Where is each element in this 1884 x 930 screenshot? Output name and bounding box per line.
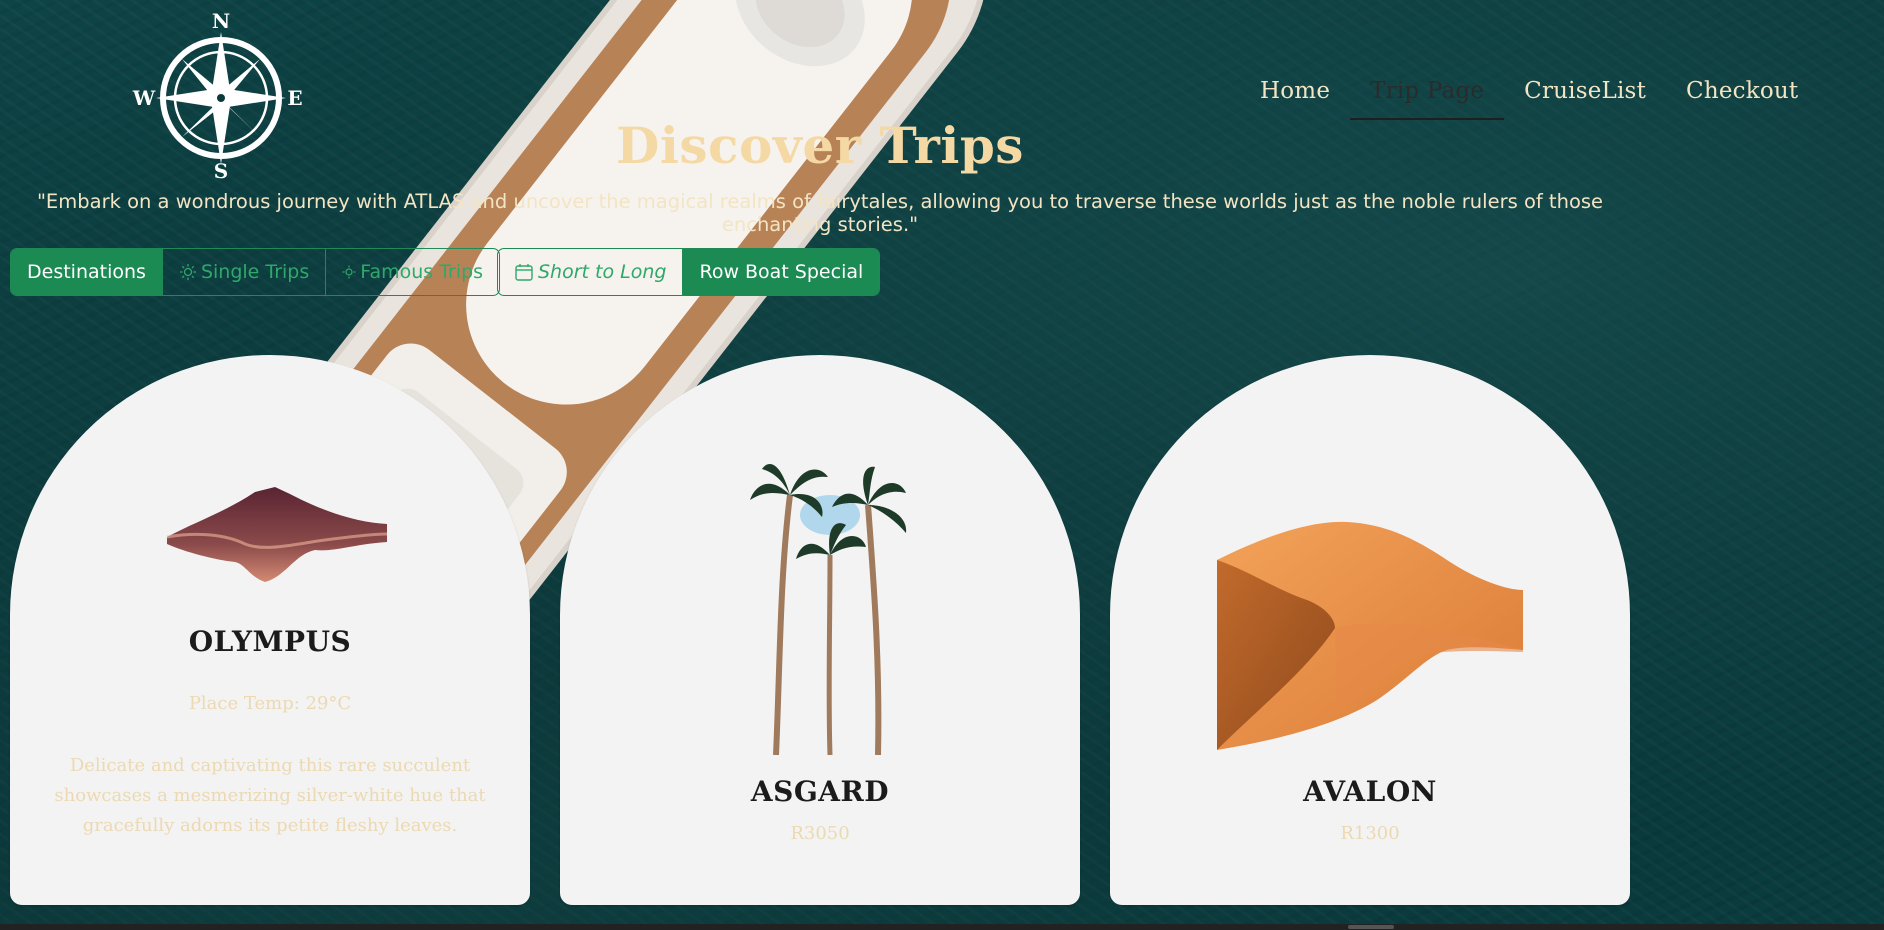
- sun-icon: [179, 264, 196, 280]
- calendar-icon: [515, 264, 533, 281]
- compass-n: N: [212, 10, 230, 33]
- trip-type-filter-group: Destinations Single Trips Famous Trips: [10, 248, 501, 296]
- hero-tagline: "Embark on a wondrous journey with ATLAS…: [36, 190, 1604, 236]
- card-title: AVALON: [1303, 775, 1437, 808]
- short-to-long-label: Short to Long: [538, 261, 667, 283]
- single-trips-button[interactable]: Single Trips: [163, 249, 327, 295]
- compass-e: E: [287, 86, 302, 110]
- row-boat-special-button[interactable]: Row Boat Special: [683, 249, 880, 295]
- mountain-icon: [166, 487, 388, 582]
- nav-trip-page[interactable]: Trip Page: [1350, 72, 1505, 120]
- nav-cruiselist[interactable]: CruiseList: [1504, 72, 1666, 120]
- sort-filter-group: Short to Long Row Boat Special: [497, 248, 881, 296]
- famous-trips-label: Famous Trips: [360, 261, 484, 283]
- row-boat-special-label: Row Boat Special: [699, 261, 864, 283]
- card-description: Delicate and captivating this rare succu…: [54, 755, 486, 836]
- scrollbar-thumb[interactable]: [1348, 925, 1394, 929]
- short-to-long-button[interactable]: Short to Long: [498, 249, 684, 295]
- horizontal-scrollbar[interactable]: [0, 924, 1884, 930]
- card-price: R3050: [790, 823, 850, 844]
- famous-trips-button[interactable]: Famous Trips: [326, 249, 499, 295]
- single-trips-label: Single Trips: [200, 261, 310, 283]
- page-title: Discover Trips: [616, 116, 1024, 175]
- destinations-button[interactable]: Destinations: [11, 249, 163, 295]
- main-nav: Home Trip Page CruiseList Checkout: [1240, 72, 1818, 120]
- card-price: R1300: [1340, 823, 1400, 844]
- destination-card-olympus[interactable]: OLYMPUS Place Temp: 29°C Delicate and ca…: [10, 355, 530, 905]
- nav-home[interactable]: Home: [1240, 72, 1350, 120]
- card-temperature: Place Temp: 29°C: [188, 693, 352, 714]
- destination-card-avalon[interactable]: AVALON R1300: [1110, 355, 1630, 905]
- destination-card-asgard[interactable]: ASGARD R3050: [560, 355, 1080, 905]
- small-sun-icon: [342, 265, 356, 279]
- card-title: ASGARD: [750, 775, 890, 808]
- sand-dune-icon: [1217, 521, 1523, 750]
- card-title: OLYMPUS: [188, 625, 352, 658]
- palm-trees-icon: [750, 463, 907, 755]
- destinations-label: Destinations: [27, 261, 146, 283]
- compass-w: W: [132, 86, 156, 110]
- nav-checkout[interactable]: Checkout: [1666, 72, 1818, 120]
